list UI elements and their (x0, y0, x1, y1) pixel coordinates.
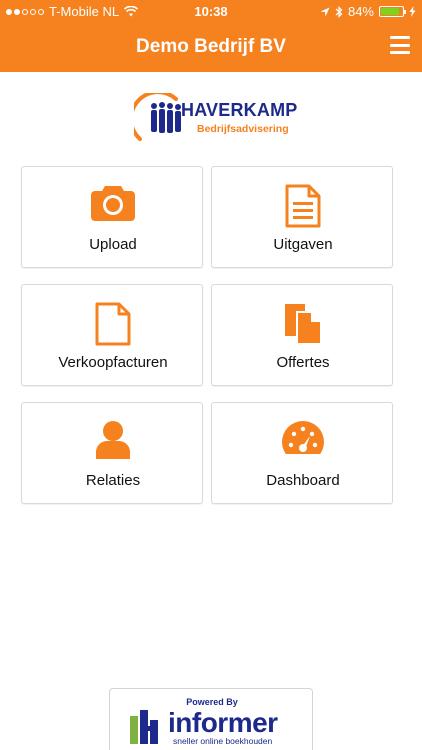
user-icon (96, 421, 130, 459)
battery-icon (379, 6, 406, 17)
powered-by-badge[interactable]: Powered By informer sneller online boekh… (109, 688, 313, 750)
gauge-icon (281, 421, 325, 460)
camera-icon (91, 186, 135, 221)
powered-by-label: Powered By (186, 697, 238, 707)
tile-label: Upload (89, 236, 137, 253)
tile-label: Uitgaven (273, 236, 333, 253)
logo-subtitle: Bedrijfsadvisering (197, 123, 289, 135)
status-bar: T-Mobile NL 10:38 84% (0, 0, 422, 22)
charging-bolt-icon (409, 6, 416, 17)
informer-tagline: sneller online boekhouden (173, 736, 273, 746)
tile-uitgaven[interactable]: Uitgaven (211, 166, 393, 268)
document-outline-icon (95, 302, 131, 346)
logo-name: HAVERKAMP (181, 100, 298, 120)
location-arrow-icon (320, 7, 330, 16)
tile-label: Verkoopfacturen (58, 354, 168, 371)
bluetooth-icon (335, 5, 343, 18)
documents-icon (285, 304, 322, 345)
tile-dashboard[interactable]: Dashboard (211, 402, 393, 504)
tile-label: Relaties (85, 472, 141, 489)
hamburger-icon[interactable] (390, 36, 410, 54)
tile-label: Offertes (276, 354, 330, 371)
tile-verkoopfacturen[interactable]: Verkoopfacturen (21, 284, 203, 386)
nav-bar: Demo Bedrijf BV (0, 22, 422, 72)
informer-brand: informer (168, 707, 278, 738)
tile-relaties[interactable]: Relaties (21, 402, 203, 504)
tile-label: Dashboard (266, 472, 340, 489)
tile-upload[interactable]: Upload (21, 166, 203, 268)
informer-logo-mark (130, 710, 158, 744)
battery-percent: 84% (347, 4, 374, 19)
company-logo: HAVERKAMP Bedrijfsadvisering (134, 93, 298, 143)
page-title: Demo Bedrijf BV (136, 36, 286, 57)
tile-offertes[interactable]: Offertes (211, 284, 393, 386)
document-lines-icon (285, 184, 321, 228)
